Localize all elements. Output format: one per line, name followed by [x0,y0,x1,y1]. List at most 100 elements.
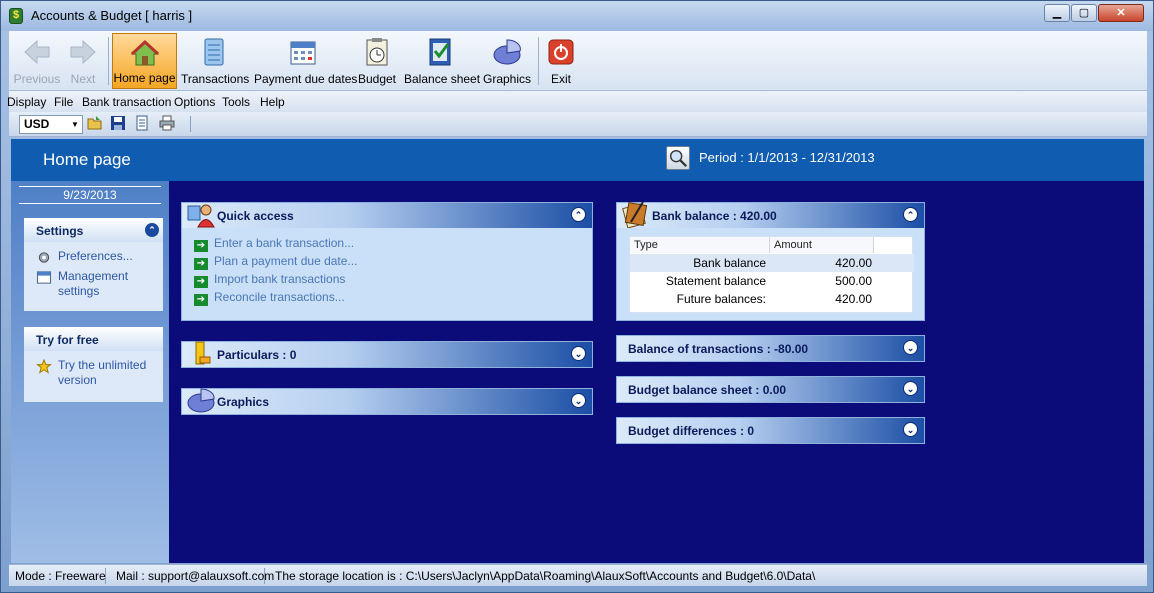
menu-bar: Display File Bank transaction Options To… [7,91,1147,112]
graphics-header[interactable]: Graphics ⌄ [182,388,592,414]
arrow-left-icon [24,39,50,65]
chevron-down-icon: ▼ [71,120,79,129]
budget-button[interactable]: Budget [356,33,398,89]
pie-chart-icon [187,388,215,413]
maximize-button[interactable]: ▢ [1071,4,1097,22]
power-icon [548,39,574,65]
printer-icon[interactable] [159,115,175,131]
column-header-type: Type [630,237,770,253]
reconcile-transactions-link[interactable]: ➔ Reconcile transactions... [194,290,345,306]
bank-balance-header[interactable]: Bank balance : 420.00 ⌃ [617,201,924,228]
home-page-label: Home page [113,71,176,85]
collapse-icon[interactable]: ⌃ [571,207,586,222]
toolbar-separator [538,37,539,85]
gear-icon [38,252,50,263]
menu-bank-transaction[interactable]: Bank transaction [82,95,171,109]
management-settings-label: Management settings [58,269,129,298]
menu-options[interactable]: Options [174,95,215,109]
settings-panel: Settings ⌃ Preferences... Management set… [24,218,163,311]
secondary-toolbar: USD ▼ [9,112,1147,137]
expand-icon[interactable]: ⌄ [571,346,586,361]
row-amount: 420.00 [835,292,872,306]
plan-payment-link[interactable]: ➔ Plan a payment due date... [194,254,357,270]
row-amount: 420.00 [835,256,872,270]
try-panel-header: Try for free [24,327,163,351]
menu-tools[interactable]: Tools [222,95,250,109]
user-group-icon [187,204,215,228]
status-mail: Mail : support@alauxsoft.com [116,569,275,583]
arrow-right-icon [70,39,96,65]
next-label: Next [70,72,96,86]
sidebar: 9/23/2013 Settings ⌃ Preferences... Mana… [11,181,169,563]
status-separator [105,568,106,584]
collapse-icon[interactable]: ⌃ [145,223,159,237]
bank-balance-title: Bank balance : 420.00 [652,209,777,223]
document-icon[interactable] [134,115,150,131]
budget-balance-sheet-header[interactable]: Budget balance sheet : 0.00 ⌄ [617,377,924,402]
table-row[interactable]: Bank balance 420.00 [630,254,914,272]
pie-chart-icon [493,39,521,65]
menu-help[interactable]: Help [260,95,285,109]
graphics-title: Graphics [217,395,270,409]
management-settings-link[interactable]: Management settings [24,266,163,301]
calendar-small-icon [36,271,52,284]
table-row[interactable]: Statement balance 500.00 [630,272,914,290]
currency-select[interactable]: USD ▼ [19,115,83,134]
quick-access-header[interactable]: Quick access ⌃ [182,203,592,228]
home-page-button[interactable]: Home page [112,33,177,89]
bank-balance-table: Type Amount Bank balance 420.00 Statemen… [629,236,914,313]
balance-of-transactions-header[interactable]: Balance of transactions : -80.00 ⌄ [617,336,924,361]
status-mode: Mode : Freeware [15,569,106,583]
transactions-button[interactable]: Transactions [181,33,249,89]
balance-sheet-button[interactable]: Balance sheet [404,33,480,89]
previous-button[interactable]: Previous [13,33,61,89]
settings-panel-header[interactable]: Settings ⌃ [24,218,163,242]
preferences-link[interactable]: Preferences... [24,246,163,266]
expand-icon[interactable]: ⌄ [903,422,918,437]
particulars-title: Particulars : 0 [217,348,297,362]
balance-of-transactions-title: Balance of transactions : -80.00 [628,342,809,356]
enter-bank-transaction-label: Enter a bank transaction... [214,236,355,250]
arrow-right-icon: ➔ [194,240,208,252]
minimize-button[interactable]: ▁ [1044,4,1070,22]
menu-file[interactable]: File [54,95,73,109]
payment-due-dates-button[interactable]: Payment due dates [254,33,358,89]
page-header: Home page Period : 1/1/2013 - 12/31/2013 [11,139,1144,181]
next-button[interactable]: Next [61,33,105,89]
open-folder-icon[interactable] [87,115,103,131]
app-icon [9,8,23,24]
budget-differences-title: Budget differences : 0 [628,424,755,438]
expand-icon[interactable]: ⌄ [903,340,918,355]
expand-icon[interactable]: ⌄ [903,381,918,396]
graphics-card: Graphics ⌄ [181,388,593,415]
clipboard-clock-icon [366,38,388,66]
graphics-label: Graphics [483,72,532,86]
import-bank-transactions-link[interactable]: ➔ Import bank transactions [194,272,345,288]
budget-differences-header[interactable]: Budget differences : 0 ⌄ [617,418,924,443]
status-bar: Mode : Freeware Mail : support@alauxsoft… [9,564,1147,586]
try-for-free-panel: Try for free Try the unlimited version [24,327,163,402]
try-unlimited-link[interactable]: Try the unlimited version [24,355,163,390]
collapse-icon[interactable]: ⌃ [903,207,918,222]
magnifier-icon[interactable] [666,146,690,170]
try-unlimited-label: Try the unlimited version [58,358,147,387]
arrow-right-icon: ➔ [194,258,208,270]
arrow-right-icon: ➔ [194,276,208,288]
particulars-header[interactable]: Particulars : 0 ⌄ [182,341,592,367]
folder-tab-icon [195,341,211,365]
notebook-icon [204,38,224,66]
toolbar-separator [190,116,191,132]
save-icon[interactable] [110,115,126,131]
import-bank-transactions-label: Import bank transactions [214,272,346,286]
payment-due-dates-label: Payment due dates [254,72,358,86]
expand-icon[interactable]: ⌄ [571,393,586,408]
app-window: Accounts & Budget [ harris ] ▁ ▢ ✕ Previ… [0,0,1154,593]
preferences-label: Preferences... [58,249,133,263]
enter-bank-transaction-link[interactable]: ➔ Enter a bank transaction... [194,236,354,252]
exit-button[interactable]: Exit [542,33,580,89]
table-row[interactable]: Future balances: 420.00 [630,290,914,308]
close-button[interactable]: ✕ [1098,4,1144,22]
page-title: Home page [43,150,131,169]
menu-display[interactable]: Display [7,95,46,109]
graphics-button[interactable]: Graphics [483,33,531,89]
